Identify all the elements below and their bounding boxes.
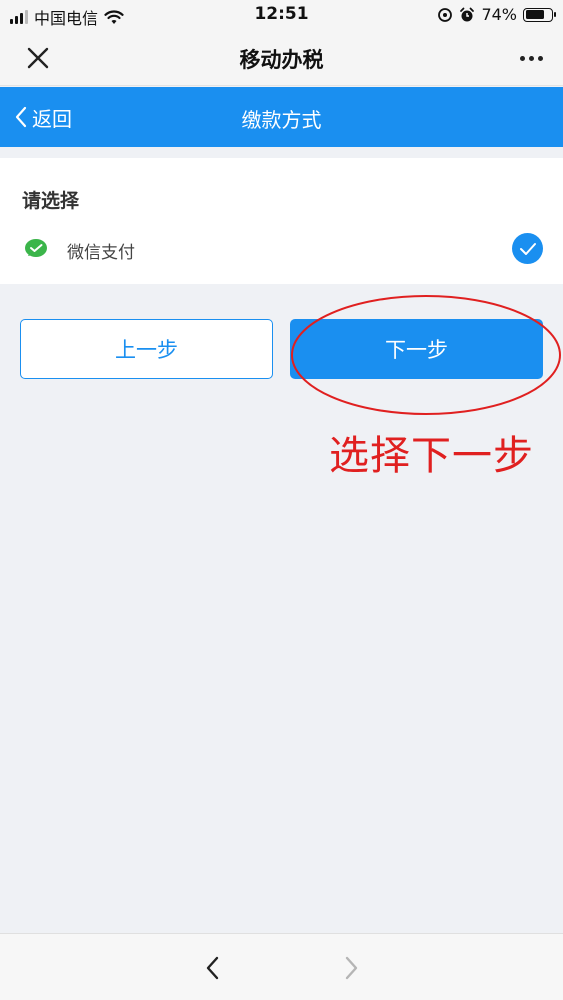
browser-back-button[interactable] [198, 952, 228, 984]
chevron-left-icon [15, 106, 27, 128]
prev-step-button[interactable]: 上一步 [20, 319, 273, 379]
status-right: 74% [437, 5, 556, 24]
chevron-right-icon [345, 956, 358, 980]
chevron-left-icon [206, 956, 219, 980]
check-icon [512, 233, 543, 264]
app-title: 移动办税 [239, 48, 324, 72]
payment-option-label: 微信支付 [67, 243, 135, 263]
bottom-nav-bar [0, 933, 563, 1000]
panel-heading: 请选择 [22, 190, 80, 212]
status-bar: 中国电信 12:51 74% [0, 0, 563, 30]
more-icon [519, 55, 525, 61]
alarm-icon [460, 7, 475, 21]
payment-method-panel: 请选择 微信支付 [0, 158, 563, 284]
payment-option-wechat[interactable]: 微信支付 [0, 228, 563, 272]
back-button[interactable]: 返回 [14, 101, 72, 133]
location-icon [438, 7, 453, 22]
nav-bar: 返回 缴款方式 [0, 87, 563, 147]
browser-forward-button[interactable] [336, 952, 366, 984]
wechat-pay-icon [25, 239, 47, 257]
annotation-text: 选择下一步 [329, 433, 534, 479]
battery-level-fill [525, 10, 544, 19]
more-button[interactable] [513, 42, 549, 74]
next-step-button[interactable]: 下一步 [290, 319, 543, 379]
battery-icon [523, 7, 556, 22]
close-button[interactable] [20, 42, 56, 74]
page-title: 缴款方式 [241, 108, 322, 132]
app-bar: 移动办税 [0, 30, 563, 86]
battery-percent: 74% [481, 5, 517, 24]
close-icon [27, 47, 49, 69]
back-label: 返回 [32, 106, 72, 131]
